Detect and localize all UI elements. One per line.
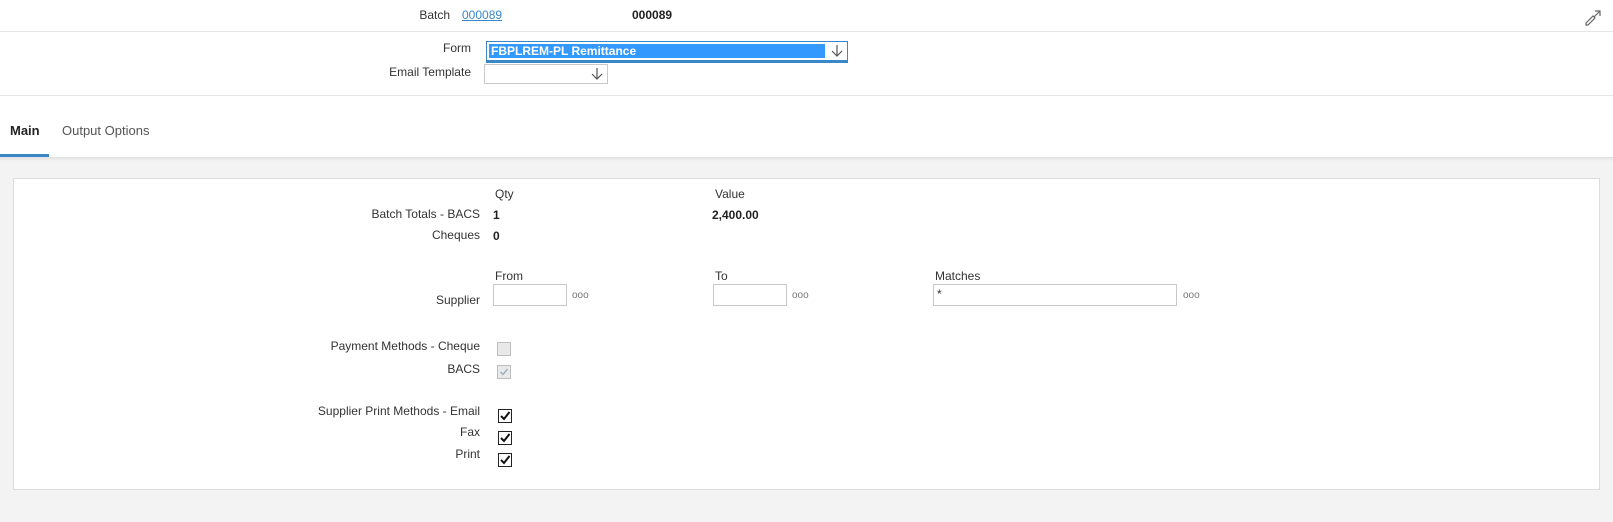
batch-label: Batch — [419, 8, 450, 22]
batch-totals-bacs-label: Batch Totals - BACS — [371, 207, 481, 221]
supplier-matches-lookup-ellipsis-icon[interactable]: ooo — [1183, 290, 1200, 301]
print-email-checkbox[interactable] — [498, 409, 512, 423]
check-icon — [500, 368, 509, 376]
supplier-matches-input[interactable]: * — [933, 284, 1177, 306]
payment-methods-cheque-label: Payment Methods - Cheque — [330, 339, 480, 353]
main-panel — [13, 178, 1600, 490]
print-fax-checkbox[interactable] — [498, 431, 512, 445]
supplier-from-input[interactable] — [493, 284, 567, 306]
batch-value: 000089 — [632, 8, 673, 22]
expand-edit-icon[interactable] — [1583, 8, 1603, 28]
tab-bar: Main Output Options — [0, 96, 1613, 157]
email-template-label: Email Template — [389, 65, 471, 79]
bacs-qty: 1 — [493, 208, 500, 222]
check-icon — [500, 433, 511, 443]
value-header: Value — [715, 187, 745, 201]
payment-cheque-checkbox[interactable] — [497, 342, 511, 356]
print-fax-label: Fax — [459, 425, 480, 439]
tab-main[interactable]: Main — [10, 123, 40, 138]
check-icon — [500, 455, 511, 465]
arrow-down-icon[interactable] — [829, 43, 845, 59]
bacs-value: 2,400.00 — [712, 208, 759, 222]
qty-header: Qty — [495, 187, 514, 201]
supplier-matches-value: * — [937, 287, 942, 301]
supplier-to-input[interactable] — [713, 284, 787, 306]
check-icon — [500, 411, 511, 421]
batch-link[interactable]: 000089 — [462, 8, 502, 22]
supplier-from-lookup-ellipsis-icon[interactable]: ooo — [572, 290, 589, 301]
supplier-label: Supplier — [435, 293, 480, 307]
payment-bacs-checkbox[interactable] — [497, 365, 511, 379]
from-header: From — [495, 269, 523, 283]
cheques-label: Cheques — [431, 228, 480, 242]
form-select[interactable]: FBPLREM-PL Remittance — [486, 41, 848, 63]
cheques-qty: 0 — [493, 229, 500, 243]
tab-bar-shadow — [0, 157, 1613, 161]
supplier-to-lookup-ellipsis-icon[interactable]: ooo — [792, 290, 809, 301]
form-label: Form — [443, 41, 471, 55]
print-methods-email-label: Supplier Print Methods - Email — [317, 404, 480, 418]
to-header: To — [715, 269, 728, 283]
divider — [0, 31, 1613, 32]
payment-bacs-label: BACS — [447, 362, 480, 376]
print-print-label: Print — [455, 447, 480, 461]
arrow-down-icon[interactable] — [589, 66, 605, 82]
print-print-checkbox[interactable] — [498, 453, 512, 467]
tab-output-options[interactable]: Output Options — [62, 123, 149, 138]
email-template-select[interactable] — [484, 64, 608, 84]
matches-header: Matches — [935, 269, 981, 283]
form-select-value: FBPLREM-PL Remittance — [491, 44, 637, 58]
